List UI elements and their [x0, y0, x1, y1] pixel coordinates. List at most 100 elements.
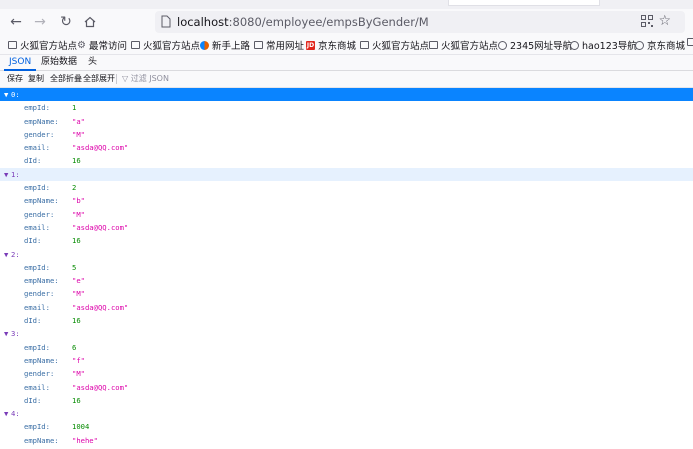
json-property-row[interactable]: empId: 6: [0, 341, 693, 354]
jd-icon: JD: [306, 40, 315, 50]
json-property-row[interactable]: empName: "a": [0, 115, 693, 128]
bookmark-star-icon[interactable]: ☆: [658, 13, 671, 29]
bookmark-item[interactable]: JD 京东商城: [306, 38, 356, 52]
json-key: dId:: [24, 316, 42, 326]
json-value: "asda@QQ.com": [72, 382, 129, 392]
json-array-item-row[interactable]: ▼ 1:: [0, 167, 693, 182]
json-property-row[interactable]: email: "asda@QQ.com": [0, 301, 693, 314]
collapse-all-button[interactable]: 全部折叠: [50, 73, 82, 85]
json-array-item-row[interactable]: ▼ 2:: [0, 248, 693, 261]
json-property-row[interactable]: email: "asda@QQ.com": [0, 141, 693, 154]
tab-json[interactable]: JSON: [4, 56, 37, 71]
bookmarks-toolbar: 火狐官方站点 ⚙ 最常访问 火狐官方站点 新手上路 常用网址 JD 京东商城 火狐官…: [0, 35, 693, 55]
home-icon[interactable]: [80, 13, 100, 31]
json-viewer-tabs: JSON 原始数据 头: [0, 55, 693, 71]
save-button[interactable]: 保存: [7, 73, 23, 85]
json-array-item-row[interactable]: ▼ 4:: [0, 407, 693, 420]
json-property-row[interactable]: empId: 1004: [0, 420, 693, 433]
json-value: 1004: [72, 422, 90, 432]
page-icon: [161, 15, 171, 28]
bookmark-item[interactable]: 火狐官方站点: [8, 38, 77, 52]
json-property-row[interactable]: empName: "f": [0, 354, 693, 367]
json-property-row[interactable]: dId: 16: [0, 234, 693, 247]
back-arrow-icon[interactable]: ←: [6, 13, 26, 31]
active-tab-edge[interactable]: [448, 0, 600, 6]
expand-all-button[interactable]: 全部展开: [83, 73, 115, 85]
expand-toggle-icon[interactable]: ▼: [4, 248, 9, 261]
json-index-label: 3:: [11, 329, 20, 339]
bookmark-item[interactable]: ⚙ 最常访问: [77, 38, 127, 52]
json-tree: ▼ 0: empId: 1 empName: "a" gender: "M" email: "as…: [0, 88, 693, 447]
bookmark-item[interactable]: 新手上路: [200, 38, 250, 52]
json-property-row[interactable]: gender: "M": [0, 128, 693, 141]
reload-icon[interactable]: ↻: [56, 13, 76, 31]
more-bookmarks-folder-icon[interactable]: [687, 38, 693, 46]
json-property-row[interactable]: dId: 16: [0, 154, 693, 167]
json-value: "asda@QQ.com": [72, 222, 129, 232]
json-property-row[interactable]: empName: "b": [0, 194, 693, 207]
json-property-row[interactable]: empId: 2: [0, 181, 693, 194]
json-key: empName:: [24, 116, 59, 126]
json-property-row[interactable]: email: "asda@QQ.com": [0, 221, 693, 234]
json-property-row[interactable]: gender: "M": [0, 367, 693, 380]
forward-arrow-icon[interactable]: →: [30, 13, 50, 31]
json-index-label: 1:: [11, 169, 20, 179]
json-key: dId:: [24, 156, 42, 166]
json-key: gender:: [24, 129, 55, 139]
json-value: "asda@QQ.com": [72, 143, 129, 153]
json-property-row[interactable]: email: "asda@QQ.com": [0, 381, 693, 394]
globe-icon: [498, 40, 507, 50]
bookmark-item[interactable]: hao123导航: [570, 38, 637, 52]
folder-icon: [360, 41, 369, 49]
expand-toggle-icon[interactable]: ▼: [4, 407, 9, 420]
json-value: 2: [72, 183, 77, 193]
json-property-row[interactable]: empId: 1: [0, 101, 693, 114]
json-property-row[interactable]: empName: "hehe": [0, 434, 693, 447]
expand-toggle-icon[interactable]: ▼: [4, 327, 9, 340]
json-key: empId:: [24, 422, 50, 432]
json-index-label: 0:: [11, 90, 20, 99]
json-key: gender:: [24, 209, 55, 219]
json-key: empId:: [24, 103, 50, 113]
json-key: empName:: [24, 196, 59, 206]
url-bar[interactable]: localhost:8080/employee/empsByGender/M ☆: [155, 11, 685, 33]
json-property-row[interactable]: empName: "e": [0, 274, 693, 287]
json-property-row[interactable]: empId: 5: [0, 261, 693, 274]
globe-icon: [570, 40, 579, 50]
bookmark-item[interactable]: 火狐官方站点: [131, 38, 200, 52]
json-property-row[interactable]: gender: "M": [0, 287, 693, 300]
json-property-row[interactable]: gender: "M": [0, 208, 693, 221]
json-key: gender:: [24, 289, 55, 299]
tab-raw-data[interactable]: 原始数据: [36, 56, 82, 68]
json-value: "f": [72, 355, 85, 365]
bookmark-item[interactable]: 常用网址: [254, 38, 304, 52]
json-property-row[interactable]: dId: 16: [0, 314, 693, 327]
json-array-item-row[interactable]: ▼ 3:: [0, 327, 693, 340]
tab-headers[interactable]: 头: [83, 56, 102, 68]
json-value: 1: [72, 103, 77, 113]
bookmark-item[interactable]: 火狐官方站点: [429, 38, 498, 52]
json-property-row[interactable]: dId: 16: [0, 394, 693, 407]
expand-toggle-icon[interactable]: ▼: [4, 168, 9, 181]
bookmark-item[interactable]: 京东商城: [635, 38, 685, 52]
expand-toggle-icon[interactable]: ▼: [4, 88, 9, 101]
filter-icon: ▽: [122, 74, 129, 83]
json-array-item-row[interactable]: ▼ 0:: [0, 88, 693, 102]
json-index-label: 2:: [11, 249, 20, 259]
folder-icon: [254, 41, 263, 49]
bookmark-item[interactable]: 火狐官方站点: [360, 38, 429, 52]
folder-icon: [8, 41, 17, 49]
copy-button[interactable]: 复制: [28, 73, 44, 85]
qr-code-icon[interactable]: [641, 15, 653, 27]
json-key: empName:: [24, 435, 59, 445]
json-key: empId:: [24, 183, 50, 193]
url-text[interactable]: localhost:8080/employee/empsByGender/M: [177, 15, 429, 29]
bookmark-item[interactable]: 2345网址导航: [498, 38, 572, 52]
json-value: "M": [72, 209, 85, 219]
json-value: "M": [72, 289, 85, 299]
json-value: "e": [72, 276, 85, 286]
json-key: empId:: [24, 342, 50, 352]
json-value: 16: [72, 316, 81, 326]
filter-json-input[interactable]: ▽ 过滤 JSON: [122, 73, 169, 85]
json-key: email:: [24, 382, 50, 392]
